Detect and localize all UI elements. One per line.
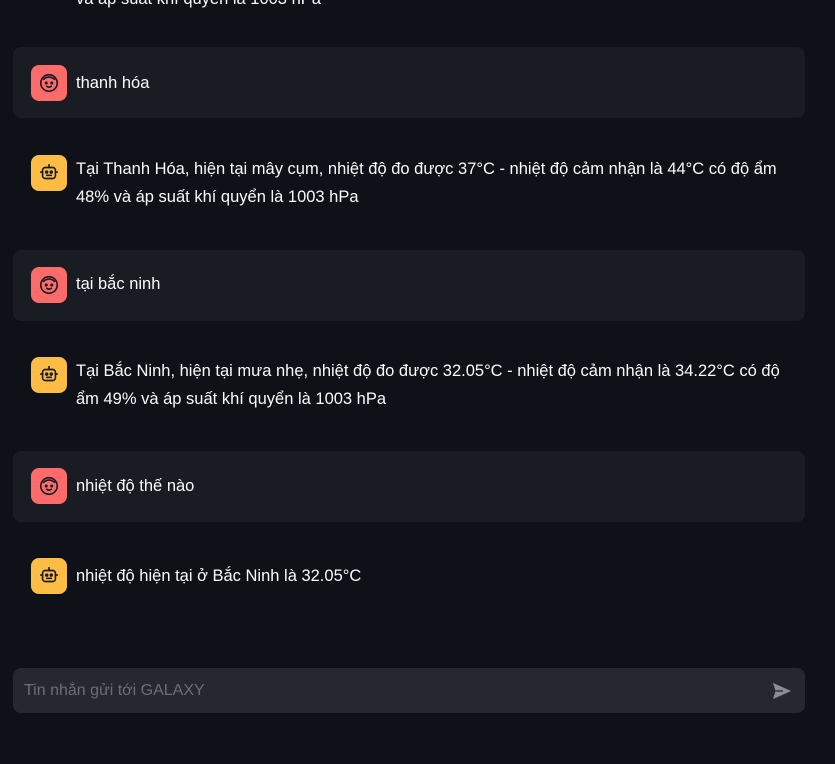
- robot-icon: [39, 566, 59, 583]
- chat-input[interactable]: [13, 668, 753, 713]
- message-text: nhiệt độ hiện tại ở Bắc Ninh là 32.05°C: [76, 567, 362, 585]
- message-text: Tại Thanh Hóa, hiện tại mây cụm, nhiệt đ…: [76, 160, 777, 206]
- user-message: thanh hóa: [13, 47, 805, 118]
- message-text: thanh hóa: [76, 74, 150, 92]
- user-avatar: [31, 65, 67, 101]
- robot-icon: [39, 365, 59, 382]
- robot-icon: [39, 163, 59, 180]
- assistant-message: Tại Thanh Hóa, hiện tại mây cụm, nhiệt đ…: [13, 138, 805, 228]
- user-face-icon: [39, 73, 59, 93]
- send-button[interactable]: [769, 678, 795, 704]
- send-icon: [772, 682, 792, 700]
- assistant-message: Tại Bắc Ninh, hiện tại mưa nhẹ, nhiệt độ…: [13, 340, 805, 430]
- bot-avatar: [31, 357, 67, 393]
- user-avatar: [31, 468, 67, 504]
- message-text-partial: và áp suất khí quyển là 1003 hPa: [76, 0, 321, 13]
- assistant-message: nhiệt độ hiện tại ở Bắc Ninh là 32.05°C: [13, 540, 805, 610]
- chat-history: và áp suất khí quyển là 1003 hPa thanh h…: [0, 0, 835, 650]
- user-message: nhiệt độ thế nào: [13, 451, 805, 522]
- user-avatar: [31, 267, 67, 303]
- user-face-icon: [39, 275, 59, 295]
- chat-input-bar: [13, 668, 805, 713]
- bot-avatar: [31, 558, 67, 594]
- user-face-icon: [39, 476, 59, 496]
- bot-avatar: [31, 155, 67, 191]
- user-message: tại bắc ninh: [13, 250, 805, 321]
- message-text: nhiệt độ thế nào: [76, 477, 195, 495]
- message-text: Tại Bắc Ninh, hiện tại mưa nhẹ, nhiệt độ…: [76, 362, 780, 408]
- message-text: tại bắc ninh: [76, 275, 161, 293]
